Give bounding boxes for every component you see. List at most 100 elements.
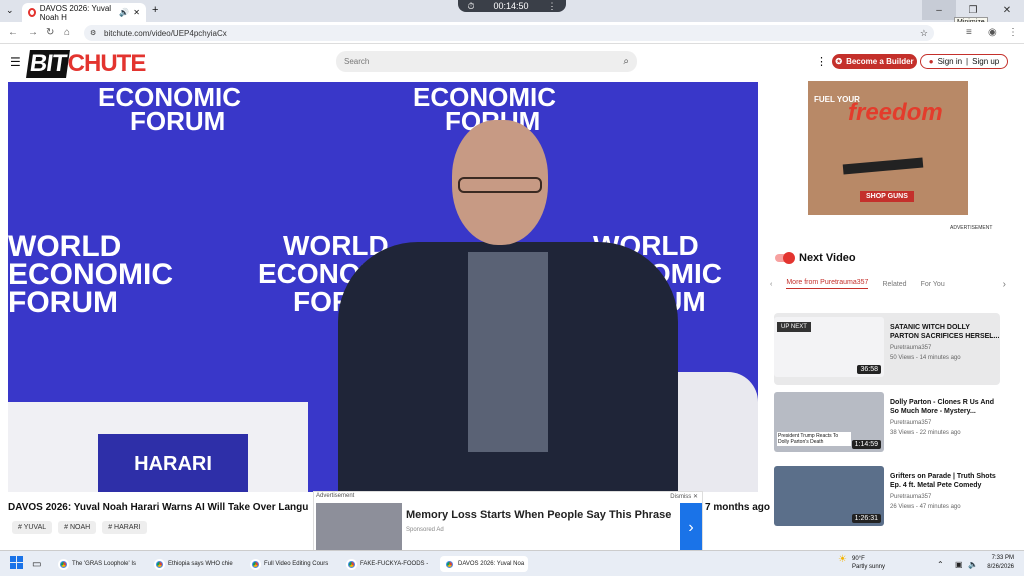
sign-up-link[interactable]: Sign up — [972, 57, 999, 66]
video-thumbnail[interactable]: 1:26:31 — [774, 466, 884, 526]
tab-related[interactable]: Related — [882, 281, 906, 288]
url-field[interactable]: ⚙ bitchute.com/video/UEP4pchyiaCx ☆ — [84, 25, 934, 41]
search-icon[interactable]: ⌕ — [623, 56, 629, 67]
taskbar-item[interactable]: FAKE-FUCKYA-FOODS - — [346, 556, 428, 572]
menu-icon[interactable]: ⋮ — [1008, 27, 1018, 38]
chrome-icon — [250, 558, 261, 570]
close-window-button[interactable]: ✕ — [990, 0, 1024, 20]
network-icon[interactable]: ▣ — [955, 556, 963, 572]
tag-noah[interactable]: # NOAH — [58, 521, 97, 534]
video-card-meta: 50 Views - 14 minutes ago — [890, 355, 961, 361]
site-info-icon[interactable]: ⚙ — [90, 29, 96, 37]
windows-start-icon[interactable] — [10, 556, 23, 569]
search-input[interactable]: Search ⌕ — [336, 51, 637, 72]
profile-icon[interactable]: ◉ — [988, 27, 997, 38]
tag-harari[interactable]: # HARARI — [102, 521, 147, 534]
video-duration: 1:14:59 — [851, 440, 881, 449]
clock-time: 7:33 PM — [991, 555, 1014, 561]
system-clock[interactable]: 7:33 PM 8/26/2026 — [987, 554, 1014, 572]
recording-timer: ⏱ 00:14:50 ⋮ — [458, 0, 566, 12]
bitchute-logo[interactable]: BITCHUTE — [26, 50, 147, 78]
video-card-title[interactable]: Grifters on Parade | Truth Shots Ep. 4 f… — [890, 472, 1000, 490]
clock-date: 8/26/2026 — [987, 564, 1014, 570]
tabs-right-arrow-icon[interactable]: › — [1003, 279, 1006, 290]
overlay-advertisement[interactable]: Advertisement Dismiss ✕ Memory Loss Star… — [313, 491, 703, 552]
video-card-title[interactable]: Dolly Parton - Clones R Us And So Much M… — [890, 398, 1000, 416]
separator: | — [966, 57, 969, 66]
back-icon[interactable]: ← — [8, 27, 18, 38]
speaker-icon[interactable]: 🔊 — [119, 8, 129, 17]
video-duration: 36:58 — [857, 365, 881, 374]
taskbar-item-active[interactable]: DAVOS 2026: Yuval Noa — [440, 556, 529, 572]
stopwatch-icon: ⏱ — [467, 0, 475, 11]
video-card-channel[interactable]: Puretrauma357 — [890, 494, 931, 500]
list-item[interactable]: UP NEXT 36:58 SATANIC WITCH DOLLY PARTON… — [774, 313, 1000, 385]
ad-arrow-button[interactable]: › — [680, 503, 702, 552]
side-advertisement[interactable]: FUEL YOUR freedom SHOP GUNS — [808, 81, 968, 215]
speaker-glasses — [458, 177, 542, 193]
tabs-left-arrow-icon[interactable]: ‹ — [770, 281, 772, 288]
chrome-icon — [346, 558, 357, 570]
search-placeholder: Search — [344, 57, 370, 66]
chrome-icon — [444, 558, 455, 570]
close-tab-icon[interactable]: ✕ — [133, 8, 140, 17]
windows-taskbar: ▭ The 'GRAS Loophole' Is Ethiopia says W… — [0, 550, 1024, 576]
tab-for-you[interactable]: For You — [921, 281, 945, 288]
more-icon[interactable]: ⋮ — [548, 1, 557, 12]
tab-list-icon[interactable]: ⌄ — [6, 5, 14, 16]
logo-chute: CHUTE — [67, 50, 147, 77]
sign-in-link[interactable]: Sign in — [938, 57, 962, 66]
hamburger-menu-icon[interactable]: ☰ — [10, 55, 21, 69]
browser-tab[interactable]: DAVOS 2026: Yuval Noah H 🔊 ✕ — [22, 3, 146, 22]
tray-chevron-icon[interactable]: ⌃ — [937, 556, 944, 572]
ad-title[interactable]: Memory Loss Starts When People Say This … — [406, 509, 671, 521]
minimize-button[interactable]: – — [922, 0, 956, 20]
home-icon[interactable]: ⌂ — [64, 27, 70, 38]
bitchute-favicon-icon — [28, 8, 36, 17]
video-thumbnail[interactable]: President Trump Reacts To Dolly Parton's… — [774, 392, 884, 452]
new-tab-button[interactable]: + — [152, 4, 158, 16]
list-item[interactable]: 1:26:31 Grifters on Parade | Truth Shots… — [774, 462, 1000, 534]
tab-title: DAVOS 2026: Yuval Noah H — [39, 3, 112, 22]
video-player[interactable]: ECONOMIC FORUM ECONOMIC FORUM WORLD ECON… — [8, 82, 758, 492]
tab-more-from[interactable]: More from Puretrauma357 — [786, 279, 869, 289]
advertisement-label: ADVERTISEMENT — [950, 225, 993, 231]
task-view-icon[interactable]: ▭ — [32, 556, 41, 572]
logo-bit: BIT — [26, 50, 70, 78]
tag-yuval[interactable]: # YUVAL — [12, 521, 53, 534]
volume-icon[interactable]: 🔈 — [968, 556, 978, 572]
rifle-image — [842, 157, 924, 175]
user-icon: ● — [928, 57, 934, 66]
forward-icon[interactable]: → — [28, 27, 38, 38]
speaker-shirt — [468, 252, 548, 452]
harari-nameplate: HARARI — [98, 434, 248, 492]
autoplay-toggle[interactable] — [775, 252, 795, 264]
video-card-channel[interactable]: Puretrauma357 — [890, 345, 931, 351]
taskbar-item[interactable]: Full Video Editing Cours — [250, 556, 328, 572]
video-tags: # YUVAL # NOAH # HARARI — [12, 521, 147, 534]
list-item[interactable]: President Trump Reacts To Dolly Parton's… — [774, 388, 1000, 460]
more-options-icon[interactable]: ⋮ — [816, 55, 827, 68]
video-duration: 1:26:31 — [851, 514, 881, 523]
bookmark-star-icon[interactable]: ☆ — [920, 28, 928, 39]
video-card-title[interactable]: SATANIC WITCH DOLLY PARTON SACRIFICES HE… — [890, 323, 1000, 341]
wef-backdrop-text: FORUM — [8, 286, 118, 319]
video-card-channel[interactable]: Puretrauma357 — [890, 420, 931, 426]
media-control-icon[interactable]: ≡ — [966, 27, 972, 38]
sun-icon: ☀ — [838, 554, 847, 565]
shop-guns-button[interactable]: SHOP GUNS — [860, 191, 914, 202]
video-title: DAVOS 2026: Yuval Noah Harari Warns AI W… — [8, 502, 308, 513]
taskbar-item[interactable]: The 'GRAS Loophole' Is — [58, 556, 136, 572]
taskbar-item[interactable]: Ethiopia says WHO chie — [154, 556, 233, 572]
temperature: 90°F — [852, 556, 865, 562]
builder-icon: ✪ — [835, 57, 843, 66]
dismiss-button[interactable]: Dismiss ✕ — [670, 493, 698, 500]
next-video-label: Next Video — [799, 252, 856, 264]
chrome-icon — [58, 558, 69, 570]
reload-icon[interactable]: ↻ — [46, 27, 54, 38]
next-video-header: Next Video — [775, 252, 856, 264]
become-builder-button[interactable]: ✪ Become a Builder — [832, 54, 917, 69]
video-thumbnail[interactable]: UP NEXT 36:58 — [774, 317, 884, 377]
weather-widget[interactable]: ☀ 90°F Partly sunny — [838, 555, 885, 571]
ad-image[interactable] — [316, 503, 402, 551]
